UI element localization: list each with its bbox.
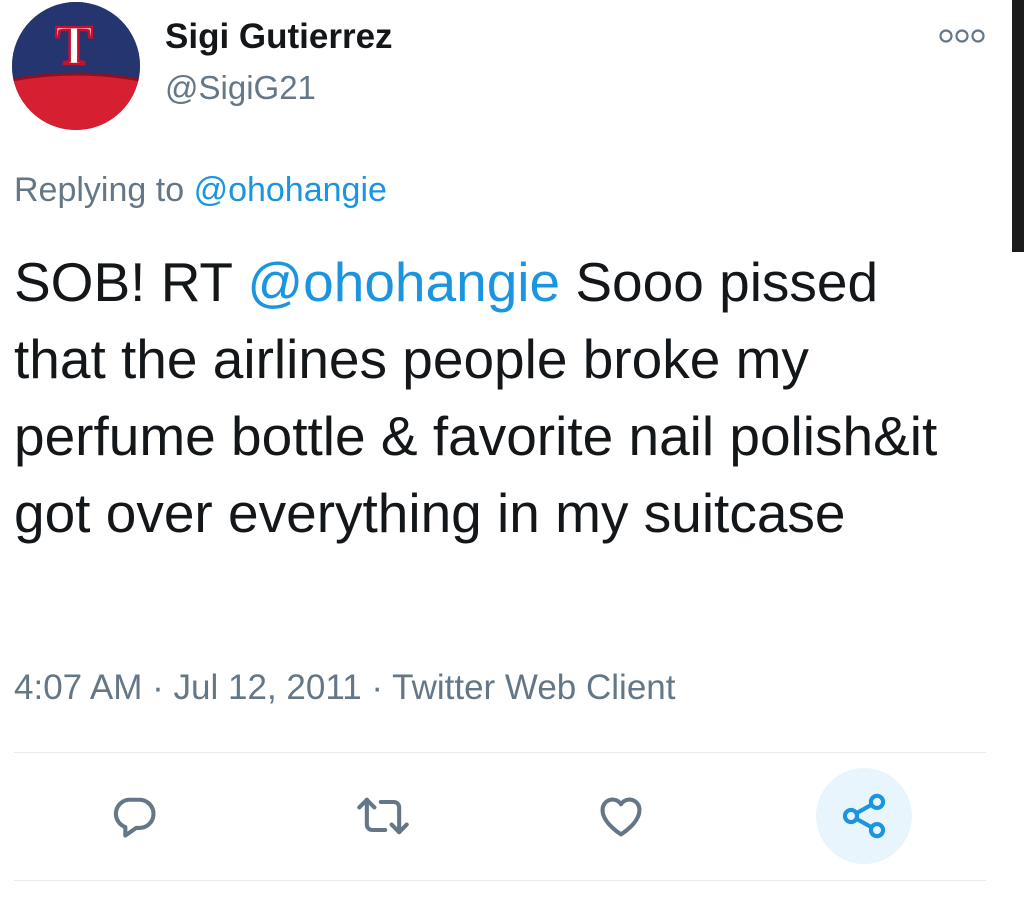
tweet-text: SOB! RT @ohohangie Sooo pissed that the … xyxy=(14,244,944,552)
avatar[interactable]: T xyxy=(12,2,140,130)
reply-button[interactable] xyxy=(86,768,182,864)
display-name[interactable]: Sigi Gutierrez xyxy=(165,16,393,58)
replying-to: Replying to @ohohangie xyxy=(14,170,387,210)
share-button[interactable] xyxy=(816,768,912,864)
heart-icon xyxy=(600,797,642,837)
meta-separator: · xyxy=(371,668,384,707)
screen-edge-bar xyxy=(1012,0,1024,252)
reply-icon xyxy=(113,797,156,838)
like-button[interactable] xyxy=(573,768,669,864)
tweet-text-prefix: SOB! RT xyxy=(14,251,233,313)
share-icon xyxy=(842,793,886,839)
tweet-time[interactable]: 4:07 AM xyxy=(14,668,142,707)
rangers-cap-icon: T xyxy=(12,2,140,130)
retweet-button[interactable] xyxy=(335,768,431,864)
tweet-mention[interactable]: @ohohangie xyxy=(247,251,560,313)
tweet-source[interactable]: Twitter Web Client xyxy=(392,668,675,707)
retweet-icon xyxy=(357,797,409,835)
tweet-metadata: 4:07 AM · Jul 12, 2011 · Twitter Web Cli… xyxy=(14,666,675,710)
meta-separator: · xyxy=(152,668,164,707)
replying-to-label: Replying to xyxy=(14,171,185,209)
user-handle[interactable]: @SigiG21 xyxy=(165,68,316,108)
avatar-logo-text: T xyxy=(55,15,92,77)
replying-to-mention[interactable]: @ohohangie xyxy=(194,171,387,209)
more-options-button[interactable] xyxy=(936,18,988,54)
divider xyxy=(14,752,986,753)
tweet-date[interactable]: Jul 12, 2011 xyxy=(174,668,362,707)
more-icon xyxy=(939,29,985,43)
divider xyxy=(14,880,986,881)
